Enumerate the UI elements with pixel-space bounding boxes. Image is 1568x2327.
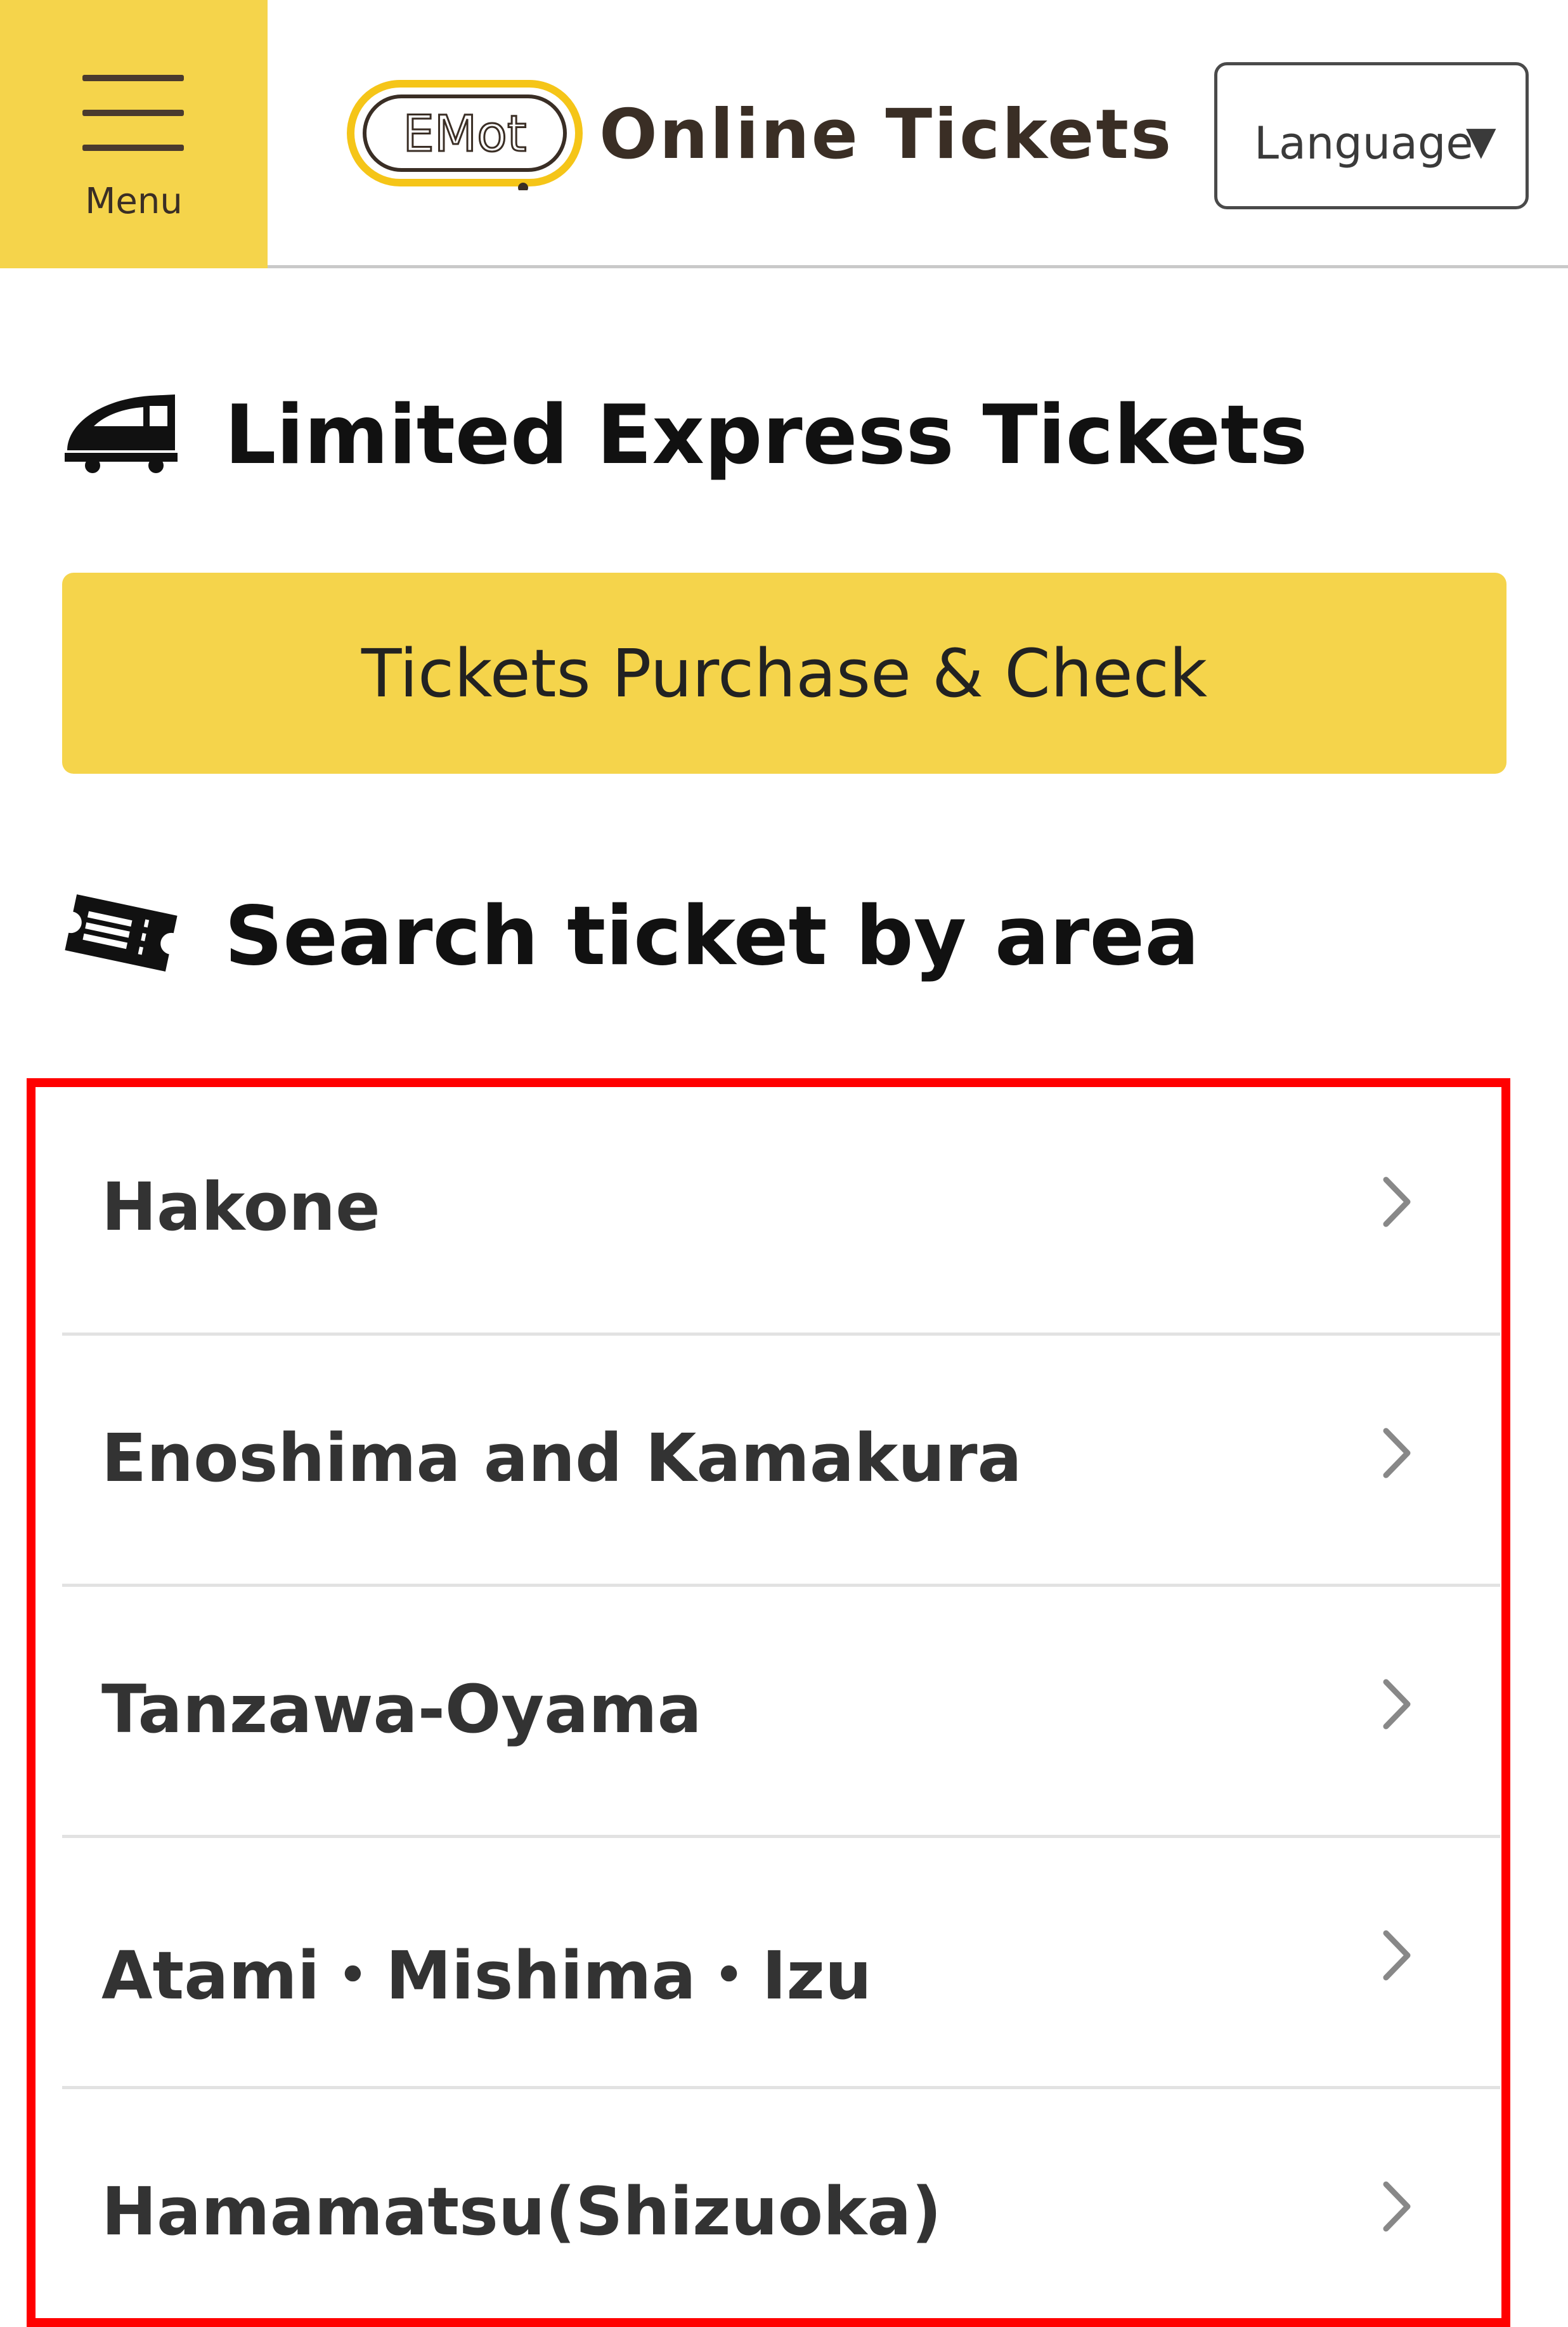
limited-express-title: Limited Express Tickets <box>224 388 1308 483</box>
language-label: Language <box>1254 117 1474 169</box>
chevron-right-icon <box>1383 1679 1411 1730</box>
menu-button[interactable]: Menu <box>0 0 268 268</box>
area-item-enoshima-kamakura[interactable]: Enoshima and Kamakura <box>62 1336 1500 1587</box>
chevron-right-icon <box>1383 1930 1411 1981</box>
area-item-atami-mishima-izu[interactable]: Atami・Mishima・Izu <box>62 1838 1500 2089</box>
area-label: Enoshima and Kamakura <box>101 1419 1022 1497</box>
train-icon <box>65 394 178 473</box>
area-item-hakone[interactable]: Hakone <box>62 1085 1500 1336</box>
chevron-right-icon <box>1383 2181 1411 2232</box>
ticket-icon <box>65 894 178 972</box>
page: Menu EMot Online Tickets Language ▼ Limi… <box>0 0 1568 2327</box>
site-title: Online Tickets <box>599 95 1174 174</box>
chevron-right-icon <box>1383 1428 1411 1478</box>
emot-logo[interactable]: EMot <box>346 76 586 190</box>
area-label: Hakone <box>101 1168 380 1246</box>
tickets-purchase-check-button[interactable]: Tickets Purchase & Check <box>62 573 1506 774</box>
area-item-tanzawa-oyama[interactable]: Tanzawa-Oyama <box>62 1587 1500 1838</box>
chevron-right-icon <box>1383 1177 1411 1227</box>
logo-text: EMot <box>403 106 527 163</box>
area-list: Hakone Enoshima and Kamakura Tanzawa-Oya… <box>62 1085 1500 2327</box>
language-select[interactable]: Language ▼ <box>1214 62 1529 209</box>
area-label: Hamamatsu(Shizuoka) <box>101 2173 942 2250</box>
area-item-hamamatsu-shizuoka[interactable]: Hamamatsu(Shizuoka) <box>62 2089 1500 2327</box>
hamburger-icon <box>82 75 184 151</box>
menu-label: Menu <box>85 181 183 222</box>
area-label: Atami・Mishima・Izu <box>101 1937 872 2014</box>
header: Menu EMot Online Tickets Language ▼ <box>0 0 1568 268</box>
caret-down-icon: ▼ <box>1466 117 1496 164</box>
search-by-area-heading: Search ticket by area <box>61 882 1519 996</box>
area-label: Tanzawa-Oyama <box>101 1671 702 1748</box>
search-by-area-title: Search ticket by area <box>224 889 1200 984</box>
limited-express-heading: Limited Express Tickets <box>61 381 1519 495</box>
